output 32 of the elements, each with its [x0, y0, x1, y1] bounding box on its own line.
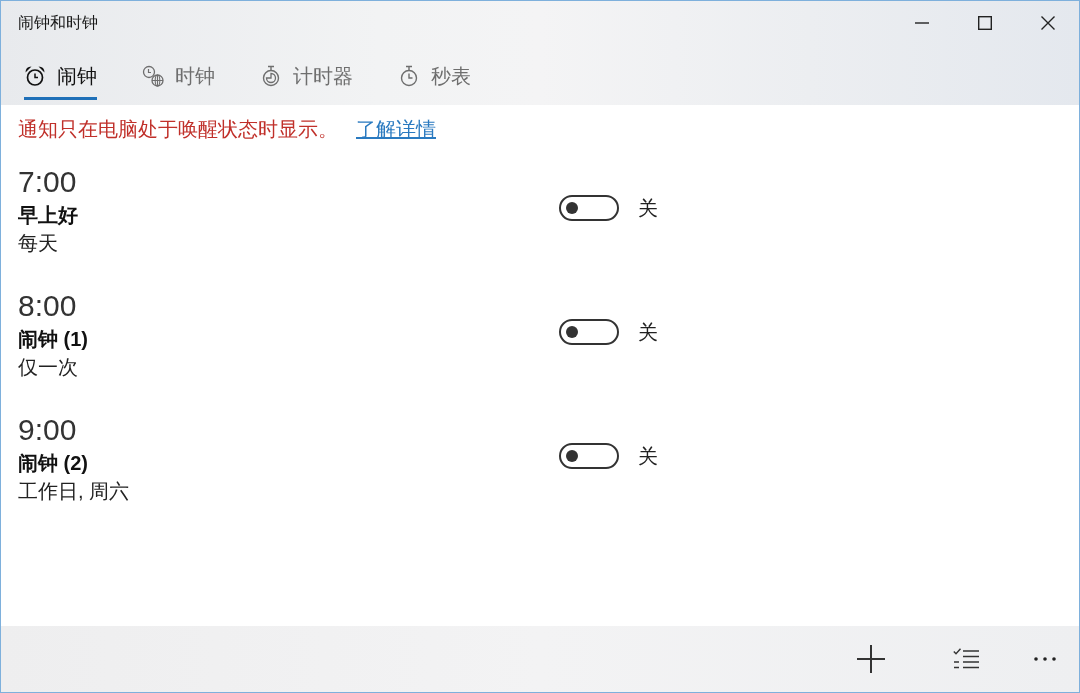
- checklist-icon: [953, 648, 979, 670]
- alarm-repeat: 仅一次: [18, 355, 78, 380]
- toggle-state-label: 关: [638, 444, 658, 469]
- alarm-repeat: 每天: [18, 231, 58, 256]
- tab[interactable]: 计时器: [260, 45, 353, 100]
- maximize-icon: [977, 16, 992, 30]
- close-icon: [1040, 16, 1055, 30]
- tab[interactable]: 闹钟: [24, 45, 97, 100]
- stopwatch-icon: [398, 65, 420, 87]
- tab[interactable]: 秒表: [398, 45, 471, 100]
- toggle-state-label: 关: [638, 196, 658, 221]
- toggle-switch[interactable]: [559, 443, 619, 469]
- alarm-name: 闹钟 (2): [18, 451, 88, 476]
- toggle-switch[interactable]: [559, 195, 619, 221]
- alarm-repeat: 工作日, 周六: [18, 479, 130, 504]
- tab[interactable]: 时钟: [142, 45, 215, 100]
- more-icon: [1034, 657, 1056, 661]
- toggle-state-label: 关: [638, 320, 658, 345]
- alarm-time: 7:00: [18, 164, 77, 200]
- plus-icon: [857, 645, 885, 673]
- clock-globe-icon: [142, 65, 164, 87]
- toggle-switch[interactable]: [559, 319, 619, 345]
- alarm-time: 9:00: [18, 412, 77, 448]
- minimize-icon: [914, 22, 929, 24]
- alarm-name: 闹钟 (1): [18, 327, 88, 352]
- timer-icon: [260, 65, 282, 87]
- alarm-time: 8:00: [18, 288, 77, 324]
- alarm-name: 早上好: [18, 203, 78, 228]
- learn-more-link[interactable]: 了解详情: [356, 117, 436, 141]
- window-title: 闹钟和时钟: [18, 12, 98, 33]
- notice-text: 通知只在电脑处于唤醒状态时显示。: [18, 117, 338, 141]
- alarm-clock-icon: [24, 65, 46, 87]
